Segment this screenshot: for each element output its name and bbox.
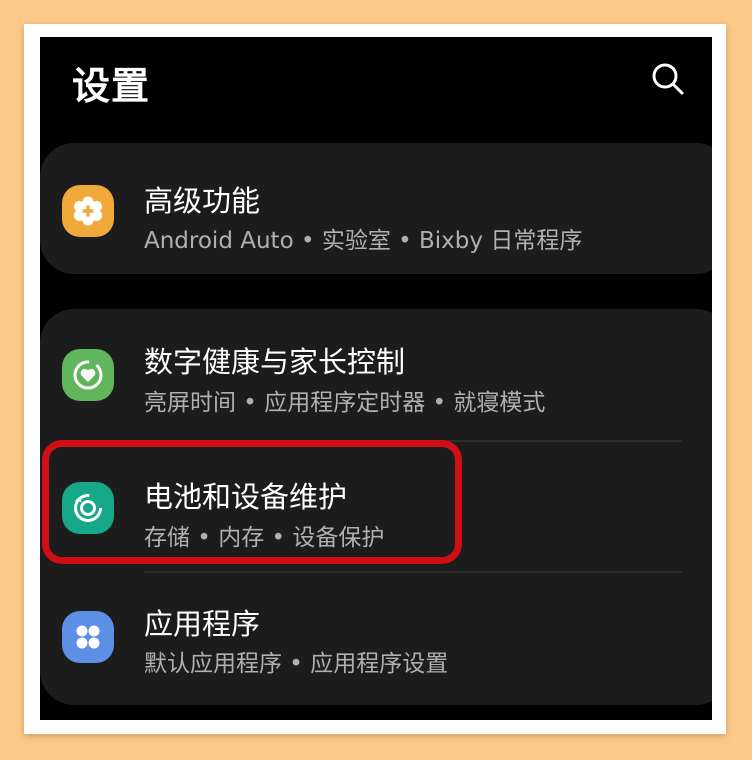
item-subtitle: Android Auto • 实验室 • Bixby 日常程序	[144, 228, 583, 254]
item-title: 高级功能	[144, 184, 261, 218]
item-subtitle: 亮屏时间 • 应用程序定时器 • 就寝模式	[144, 390, 546, 416]
wellbeing-heart-icon	[62, 349, 114, 401]
apps-grid-icon	[62, 611, 114, 663]
search-icon	[652, 63, 684, 95]
settings-item-apps[interactable]: 应用程序 默认应用程序 • 应用程序设置	[40, 575, 712, 705]
settings-card-advanced: 高级功能 Android Auto • 实验室 • Bixby 日常程序	[40, 143, 712, 274]
search-button[interactable]	[648, 59, 688, 99]
highlight-box	[42, 440, 462, 564]
page-title: 设置	[72, 64, 151, 108]
settings-item-digital-wellbeing[interactable]: 数字健康与家长控制 亮屏时间 • 应用程序定时器 • 就寝模式	[40, 309, 712, 439]
settings-screen: 设置 高级功能 Android Auto • 实验室 • Bixby 日常程序 …	[40, 37, 712, 720]
gear-plus-icon	[62, 185, 114, 237]
divider	[144, 571, 682, 573]
item-subtitle: 默认应用程序 • 应用程序设置	[144, 651, 449, 677]
item-title: 数字健康与家长控制	[144, 345, 406, 379]
item-title: 应用程序	[144, 607, 261, 641]
settings-item-advanced-features[interactable]: 高级功能 Android Auto • 实验室 • Bixby 日常程序	[40, 143, 712, 273]
